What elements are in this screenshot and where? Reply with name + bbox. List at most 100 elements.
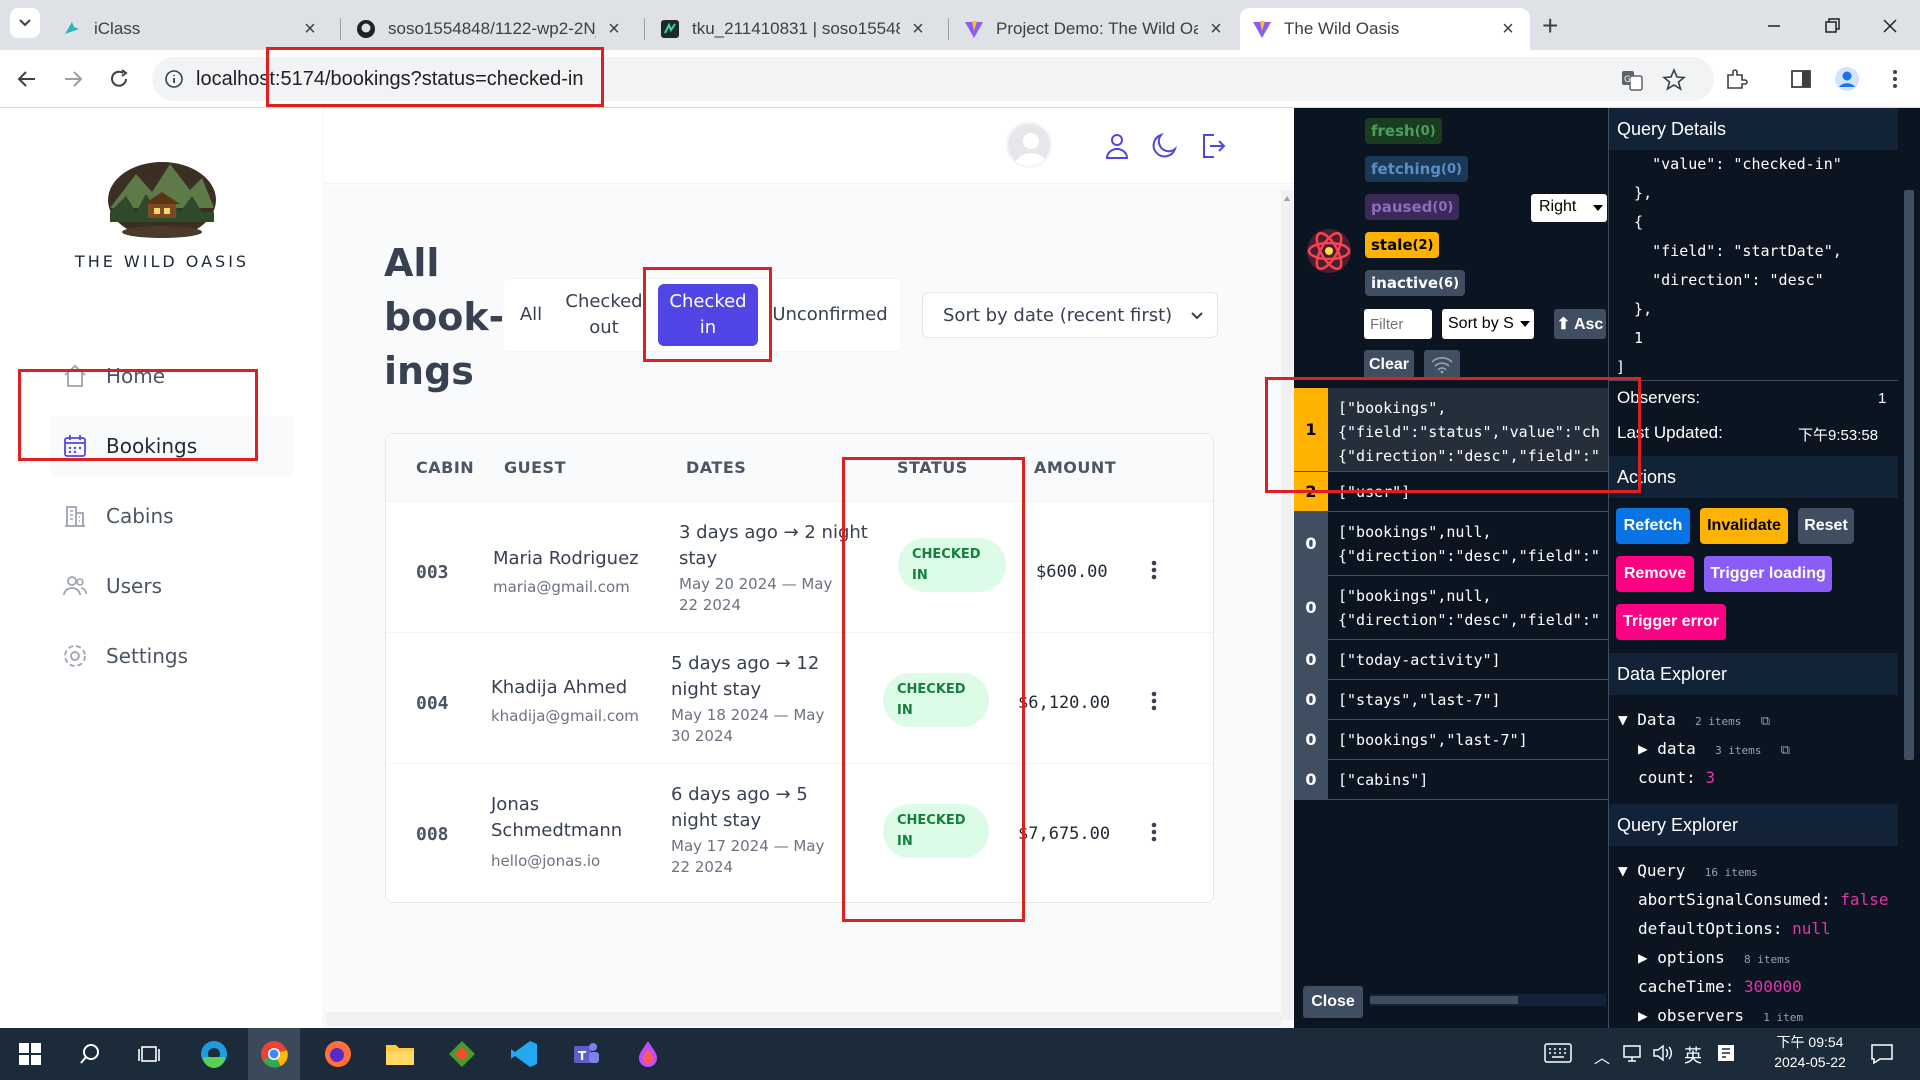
volume-icon[interactable]: [1652, 1043, 1674, 1063]
sidebar-item-cabins[interactable]: Cabins: [50, 486, 294, 546]
reload-button[interactable]: [104, 64, 134, 94]
observer-count: 0: [1294, 576, 1328, 639]
position-select[interactable]: Right: [1531, 194, 1607, 222]
minimize-button[interactable]: [1762, 14, 1786, 38]
vscode-icon[interactable]: [498, 1028, 550, 1080]
sidebar-item-settings[interactable]: Settings: [50, 626, 294, 686]
wifi-icon: [1431, 357, 1453, 374]
close-icon[interactable]: ×: [1498, 18, 1518, 41]
tab-github[interactable]: soso1554848/1122-wp2-2N_ ×: [344, 8, 636, 50]
back-button[interactable]: [12, 64, 42, 94]
close-devtools-button[interactable]: Close: [1303, 986, 1363, 1018]
tab-netlify[interactable]: tku_211410831 | soso15548 ×: [648, 8, 940, 50]
app-sidebar: THE WILD OASIS Home Bookings Cabins User…: [0, 108, 324, 1028]
account-icon[interactable]: [1104, 132, 1130, 160]
drop-app-icon[interactable]: [622, 1028, 674, 1080]
copy-icon: ⧉: [1780, 743, 1790, 758]
close-window-button[interactable]: [1878, 14, 1902, 38]
annotation-box-query: [1265, 377, 1641, 493]
booking-range: May 20 2024 — May 22 2024: [679, 575, 833, 614]
query-row[interactable]: 0 ["bookings","last-7"]: [1294, 720, 1608, 760]
translate-icon[interactable]: G: [1620, 68, 1644, 92]
query-details-heading: Query Details: [1609, 108, 1898, 150]
main-horizontal-scrollbar[interactable]: [326, 1012, 1281, 1026]
buildings-icon: [62, 503, 88, 529]
filter-unconfirmed-button[interactable]: Unconfirmed: [765, 297, 895, 333]
site-info-icon[interactable]: [164, 69, 184, 89]
teams-icon[interactable]: T: [560, 1028, 612, 1080]
query-row[interactable]: 0 ["cabins"]: [1294, 760, 1608, 800]
bookmark-star-icon[interactable]: [1662, 68, 1686, 92]
clear-cache-button[interactable]: Clear: [1364, 350, 1414, 380]
vite-icon: [1252, 19, 1272, 39]
main-scrollbar[interactable]: [1281, 190, 1293, 1020]
forward-button[interactable]: [58, 64, 88, 94]
tray-chevron-icon[interactable]: ︿: [1594, 1044, 1610, 1068]
sidebar-item-users[interactable]: Users: [50, 556, 294, 616]
tab-iclass[interactable]: iClass ×: [50, 8, 332, 50]
query-tree-root[interactable]: ▼ Query 16 items: [1618, 861, 1758, 880]
sort-by-select[interactable]: Sort by S: [1442, 309, 1534, 339]
new-tab-button[interactable]: +: [1542, 10, 1558, 42]
row-menu-icon[interactable]: [1151, 560, 1157, 580]
edge-icon[interactable]: [188, 1028, 240, 1080]
query-row[interactable]: 0 ["bookings",null, {"direction":"desc",…: [1294, 512, 1608, 576]
query-list-scrollbar[interactable]: [1370, 994, 1606, 1006]
data-explorer-heading: Data Explorer: [1609, 653, 1898, 695]
dark-mode-icon[interactable]: [1152, 132, 1178, 160]
browser-menu-icon[interactable]: [1880, 64, 1910, 94]
row-menu-icon[interactable]: [1151, 691, 1157, 711]
booking-amount: $6,120.00: [1018, 693, 1111, 713]
booking-range: May 18 2024 — May 30 2024: [671, 706, 825, 745]
side-panel-icon[interactable]: [1786, 64, 1816, 94]
query-tree-node[interactable]: ▶ observers 1 item: [1638, 1006, 1803, 1025]
query-row[interactable]: 0 ["today-activity"]: [1294, 640, 1608, 680]
filter-all-button[interactable]: All: [511, 297, 551, 333]
input-method-indicator[interactable]: 英: [1684, 1042, 1702, 1068]
data-tree-node[interactable]: ▶ data 3 items ⧉: [1638, 739, 1790, 758]
query-tree-node[interactable]: ▶ options 8 items: [1638, 948, 1790, 967]
clock-date[interactable]: 2024-05-22: [1762, 1054, 1858, 1070]
notification-icon[interactable]: [1870, 1043, 1894, 1065]
tab-project-demo[interactable]: Project Demo: The Wild Oasis ×: [952, 8, 1238, 50]
logo-text: THE WILD OASIS: [74, 252, 250, 271]
task-view-icon[interactable]: [124, 1028, 176, 1080]
wifi-toggle-button[interactable]: [1424, 350, 1460, 380]
sourcetree-icon[interactable]: [436, 1028, 488, 1080]
page-title: All book-ings: [384, 241, 505, 393]
sort-select[interactable]: Sort by date (recent first): [922, 292, 1218, 338]
react-query-logo-icon[interactable]: [1304, 226, 1354, 276]
file-explorer-icon[interactable]: [374, 1028, 426, 1080]
restore-button[interactable]: [1820, 14, 1844, 38]
annotation-box-status: [842, 457, 1025, 922]
keyboard-icon[interactable]: [1544, 1042, 1572, 1064]
extensions-icon[interactable]: [1721, 64, 1751, 94]
close-icon[interactable]: ×: [908, 18, 928, 41]
cabin-number: 004: [416, 693, 449, 714]
logout-icon[interactable]: [1200, 132, 1226, 160]
clock-time[interactable]: 下午 09:54: [1762, 1032, 1858, 1052]
tab-wild-oasis[interactable]: The Wild Oasis ×: [1240, 8, 1530, 50]
close-icon[interactable]: ×: [300, 18, 320, 41]
network-icon[interactable]: [1622, 1043, 1644, 1063]
sort-direction-button[interactable]: ⬆ Asc: [1554, 309, 1606, 339]
sidebar-item-label: Users: [106, 574, 163, 598]
filter-checked-out-button[interactable]: Checked out: [561, 289, 647, 341]
query-filter-input[interactable]: [1364, 309, 1432, 339]
chrome-icon[interactable]: [248, 1028, 300, 1080]
firefox-icon[interactable]: [312, 1028, 364, 1080]
profile-avatar-icon[interactable]: [1832, 64, 1862, 94]
query-row[interactable]: 0 ["stays","last-7"]: [1294, 680, 1608, 720]
devtools-scrollbar[interactable]: [1898, 108, 1920, 1028]
windows-start-icon[interactable]: [4, 1028, 56, 1080]
row-menu-icon[interactable]: [1151, 822, 1157, 842]
observer-count: 0: [1294, 640, 1328, 679]
query-explorer-heading: Query Explorer: [1609, 804, 1898, 846]
close-icon[interactable]: ×: [604, 18, 624, 41]
close-icon[interactable]: ×: [1206, 18, 1226, 41]
query-row[interactable]: 0 ["bookings",null, {"direction":"desc",…: [1294, 576, 1608, 640]
data-tree-root[interactable]: ▼ Data 2 items ⧉: [1618, 710, 1770, 729]
ime-pad-icon[interactable]: [1716, 1043, 1736, 1063]
search-icon[interactable]: [64, 1028, 116, 1080]
tab-search-button[interactable]: [10, 8, 40, 38]
